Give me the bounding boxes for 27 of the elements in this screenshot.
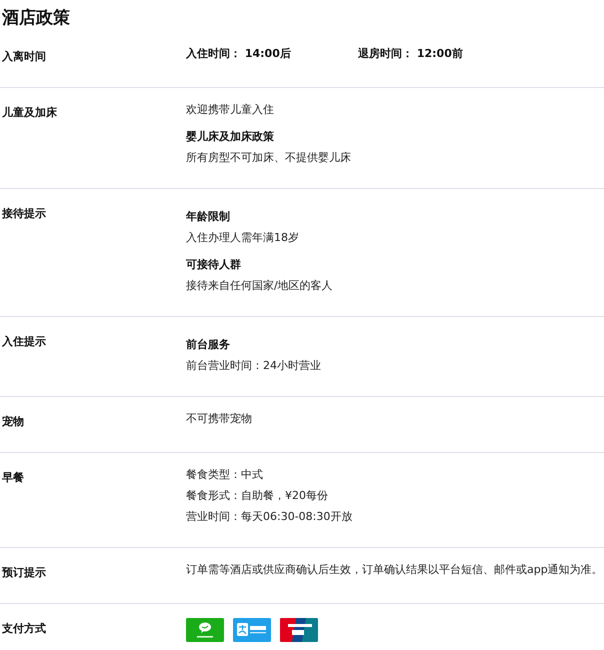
- policy-label: 入离时间: [2, 50, 46, 63]
- policy-subheading: 婴儿床及加床政策: [186, 130, 274, 143]
- policy-label: 入住提示: [2, 335, 46, 348]
- policy-text: 接待来自任何国家/地区的客人: [186, 279, 333, 292]
- policy-subheading: 前台服务: [186, 338, 230, 351]
- policy-subheading: 可接待人群: [186, 258, 241, 271]
- policy-text: 不可携带宠物: [186, 412, 252, 425]
- section-title: 酒店政策: [1, 7, 71, 30]
- policy-text: 餐食形式：自助餐，¥20每份: [186, 489, 328, 502]
- policy-text: 欢迎携带儿童入住: [186, 103, 274, 116]
- policy-label: 支付方式: [2, 622, 46, 635]
- policy-label: 接待提示: [2, 207, 46, 220]
- policy-label: 预订提示: [2, 566, 46, 579]
- time-text: 入住时间： 14:00后: [186, 46, 292, 62]
- policy-text: 入住办理人需年满18岁: [186, 231, 299, 244]
- policy-subheading: 年龄限制: [186, 210, 230, 223]
- policy-label: 宠物: [2, 415, 24, 428]
- policy-text: 订单需等酒店或供应商确认后生效，订单确认结果以平台短信、邮件或app通知为准。: [186, 563, 603, 576]
- policy-text: 前台营业时间：24小时营业: [186, 359, 321, 372]
- bank-card-logo-icon: [280, 618, 318, 642]
- policy-text: 营业时间：每天06:30-08:30开放: [186, 510, 352, 523]
- policy-label: 儿童及加床: [2, 106, 57, 119]
- policy-text: 所有房型不可加床、不提供婴儿床: [186, 151, 351, 164]
- time-text: 退房时间： 12:00前: [358, 46, 464, 62]
- chat-bubble-logo-icon: [186, 618, 224, 642]
- policy-label: 早餐: [2, 471, 24, 484]
- policy-text: 餐食类型：中式: [186, 468, 263, 481]
